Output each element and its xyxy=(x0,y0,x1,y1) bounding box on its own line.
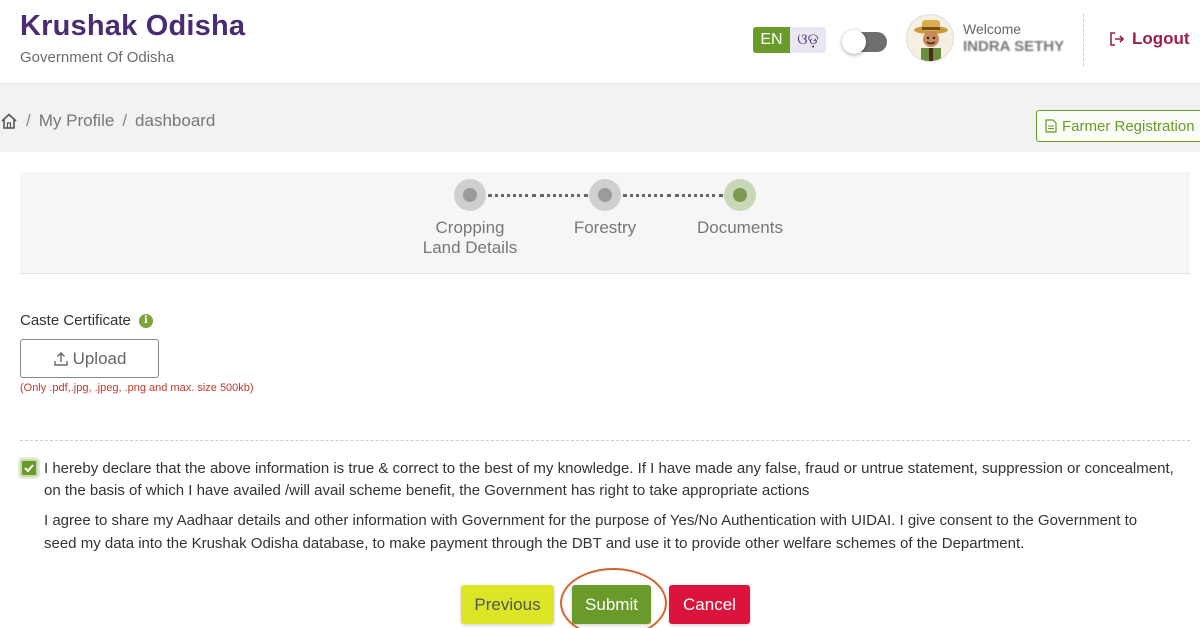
caste-certificate-text: Caste Certificate xyxy=(20,312,131,329)
previous-button[interactable]: Previous xyxy=(461,585,554,624)
logout-icon xyxy=(1110,32,1125,46)
farmer-registration-label: Farmer Registration xyxy=(1062,117,1195,135)
welcome-label: Welcome xyxy=(963,21,1022,37)
app-subtitle: Government Of Odisha xyxy=(20,49,175,66)
user-name: INDRA SETHY xyxy=(963,38,1065,55)
submit-highlight-ring xyxy=(560,568,667,628)
info-icon[interactable]: i xyxy=(138,313,153,328)
upload-label: Upload xyxy=(72,348,127,368)
lang-en-button[interactable]: EN xyxy=(753,27,790,53)
breadcrumb-dashboard: dashboard xyxy=(135,111,216,130)
farmer-avatar-icon xyxy=(914,20,948,61)
header-divider xyxy=(1083,14,1084,66)
toggle-knob xyxy=(842,30,866,54)
step-label-cropping: Cropping Land Details xyxy=(422,218,518,257)
step-connector xyxy=(623,194,671,197)
home-icon[interactable] xyxy=(0,112,18,130)
upload-icon xyxy=(53,351,68,366)
step-dot-cropping[interactable] xyxy=(454,179,486,211)
language-switcher: EN ଓଡ଼ xyxy=(753,27,826,53)
logout-label: Logout xyxy=(1132,29,1190,48)
step-connector xyxy=(540,194,588,197)
upload-file-hint: (Only .pdf,.jpg, .jpeg, .png and max. si… xyxy=(20,382,254,394)
progress-stepper: Cropping Land Details Forestry Documents xyxy=(20,172,1190,274)
cancel-button[interactable]: Cancel xyxy=(669,585,750,624)
top-header: Krushak Odisha Government Of Odisha EN ଓ… xyxy=(0,0,1200,84)
breadcrumb-separator: / xyxy=(122,111,128,130)
caste-certificate-label: Caste Certificate i xyxy=(20,312,153,329)
step-dot-forestry[interactable] xyxy=(589,179,621,211)
breadcrumb-my-profile[interactable]: My Profile xyxy=(39,111,115,131)
check-icon xyxy=(24,464,34,473)
step-connector xyxy=(675,194,723,197)
section-divider xyxy=(20,440,1190,441)
declaration-text: I hereby declare that the above informat… xyxy=(44,460,1174,499)
step-label-documents: Documents xyxy=(697,218,783,237)
declaration-checkbox[interactable] xyxy=(20,459,38,477)
lang-odia-button[interactable]: ଓଡ଼ xyxy=(790,27,826,53)
aadhaar-consent-text: I agree to share my Aadhaar details and … xyxy=(44,512,1138,552)
farmer-registration-button[interactable]: Farmer Registration xyxy=(1036,110,1200,142)
app-title: Krushak Odisha xyxy=(20,10,246,42)
theme-toggle[interactable] xyxy=(842,30,887,54)
step-connector xyxy=(488,194,536,197)
step-label-forestry: Forestry xyxy=(573,218,637,237)
form-card: Cropping Land Details Forestry Documents… xyxy=(0,152,1200,628)
upload-button[interactable]: Upload xyxy=(20,339,159,378)
step-dot-documents[interactable] xyxy=(724,179,756,211)
breadcrumb: / My Profile / dashboard xyxy=(0,110,215,132)
breadcrumb-separator: / xyxy=(26,111,31,130)
user-avatar[interactable] xyxy=(906,14,954,62)
document-icon xyxy=(1045,119,1057,133)
logout-button[interactable]: Logout xyxy=(1108,29,1190,49)
